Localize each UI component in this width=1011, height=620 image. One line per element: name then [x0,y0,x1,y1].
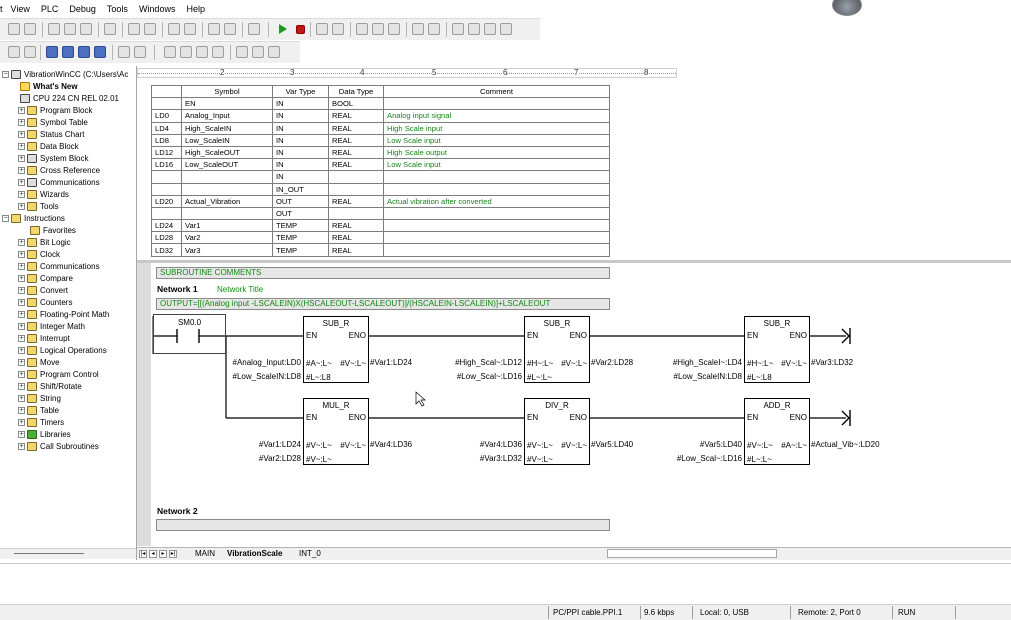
sub-r-block-1[interactable]: SUB_R EN ENO #A~:L~ #L~:L8 #V~:L~ [303,316,369,383]
status-bar: PC/PPI cable.PPI.1 9.6 kbps Local: 0, US… [0,604,1011,620]
network-2-label: Network 2 [157,506,198,516]
contact-label: SM0.0 [177,318,202,327]
add-r-block[interactable]: ADD_R EN ENO #V~:L~ #L~:L~ #A~:L~ [744,398,810,465]
status-divider [692,606,693,619]
out-operand[interactable]: #Actual_Vib~:LD20 [811,440,880,449]
en-pin: EN [527,413,539,422]
in2-operand[interactable]: #Low_ScaleIN:LD8 [674,372,742,381]
pou-tab-bar: |◂ ◂ ▸ ▸| MAIN VibrationScale INT_0 [137,547,1011,560]
in2-operand[interactable]: #Var3:LD32 [480,454,522,463]
sub-r-block-2[interactable]: SUB_R EN ENO #H~:L~ #L~:L~ #V~:L~ [524,316,590,383]
out-pin-label: #V~:L~ [340,441,366,450]
in1-pin-label: #H~:L~ [747,359,774,368]
block-title: SUB_R [763,319,791,328]
in1-pin-label: #V~:L~ [527,441,553,450]
in2-operand[interactable]: #Low_Scal~:LD16 [677,454,742,463]
en-pin: EN [747,331,759,340]
en-pin: EN [747,413,759,422]
eno-pin: ENO [569,413,587,422]
in1-operand[interactable]: #Var4:LD36 [480,440,522,449]
out-operand[interactable]: #Var3:LD32 [811,358,853,367]
block-title: SUB_R [322,319,350,328]
tab-vibration-scale[interactable]: VibrationScale [227,549,282,558]
in1-operand[interactable]: #High_ScaleI~:LD4 [673,358,742,367]
in2-operand[interactable]: #Low_Scal~:LD16 [457,372,522,381]
block-title: SUB_R [543,319,571,328]
out-pin-label: #V~:L~ [781,359,807,368]
status-baud: 9.6 kbps [644,608,675,617]
out-pin-label: #A~:L~ [781,441,807,450]
status-divider [892,606,893,619]
in1-operand[interactable]: #Var5:LD40 [700,440,742,449]
status-remote: Remote: 2, Port 0 [798,608,861,617]
in2-operand[interactable]: #Low_ScaleIN:LD8 [233,372,301,381]
out-pin-label: #V~:L~ [561,441,587,450]
status-divider [640,606,641,619]
first-tab-icon[interactable]: |◂ [139,550,147,558]
output-pane [0,563,1011,603]
eno-pin: ENO [789,413,807,422]
in1-pin-label: #V~:L~ [306,441,332,450]
last-tab-icon[interactable]: ▸| [169,550,177,558]
div-r-block[interactable]: DIV_R EN ENO #V~:L~ #V~:L~ #V~:L~ [524,398,590,465]
eno-pin: ENO [789,331,807,340]
in2-pin-label: #L~:L8 [747,373,772,382]
block-title: DIV_R [545,401,569,410]
horizontal-scrollbar[interactable] [607,549,777,558]
en-pin: EN [527,331,539,340]
prev-tab-icon[interactable]: ◂ [149,550,157,558]
status-cable: PC/PPI cable.PPI.1 [553,608,623,617]
in2-pin-label: #L~:L~ [747,455,772,464]
out-operand[interactable]: #Var2:LD28 [591,358,633,367]
in2-pin-label: #V~:L~ [527,455,553,464]
in2-pin-label: #L~:L~ [527,373,552,382]
in1-pin-label: #V~:L~ [747,441,773,450]
out-pin-label: #V~:L~ [340,359,366,368]
contact-sm0-0[interactable]: SM0.0 [153,314,226,354]
status-divider [790,606,791,619]
in1-operand[interactable]: #Var1:LD24 [259,440,301,449]
eno-pin: ENO [569,331,587,340]
block-title: MUL_R [322,401,350,410]
next-tab-icon[interactable]: ▸ [159,550,167,558]
mul-r-block[interactable]: MUL_R EN ENO #V~:L~ #V~:L~ #V~:L~ [303,398,369,465]
en-pin: EN [306,331,318,340]
in1-pin-label: #H~:L~ [527,359,554,368]
in1-operand[interactable]: #High_Scal~:LD12 [455,358,522,367]
in1-pin-label: #A~:L~ [306,359,332,368]
tab-int-0[interactable]: INT_0 [299,549,321,558]
tab-main[interactable]: MAIN [195,549,215,558]
sub-r-block-3[interactable]: SUB_R EN ENO #H~:L~ #L~:L8 #V~:L~ [744,316,810,383]
in2-pin-label: #V~:L~ [306,455,332,464]
out-operand[interactable]: #Var1:LD24 [370,358,412,367]
out-operand[interactable]: #Var4:LD36 [370,440,412,449]
status-local: Local: 0, USB [700,608,749,617]
in1-operand[interactable]: #Analog_Input:LD0 [233,358,302,367]
in2-pin-label: #L~:L8 [306,373,331,382]
status-divider [955,606,956,619]
status-mode: RUN [898,608,916,617]
eno-pin: ENO [348,331,366,340]
out-operand[interactable]: #Var5:LD40 [591,440,633,449]
block-title: ADD_R [763,401,791,410]
en-pin: EN [306,413,318,422]
out-pin-label: #V~:L~ [561,359,587,368]
in2-operand[interactable]: #Var2:LD28 [259,454,301,463]
status-divider [548,606,549,619]
network-2-comment-box[interactable] [156,519,610,531]
eno-pin: ENO [348,413,366,422]
